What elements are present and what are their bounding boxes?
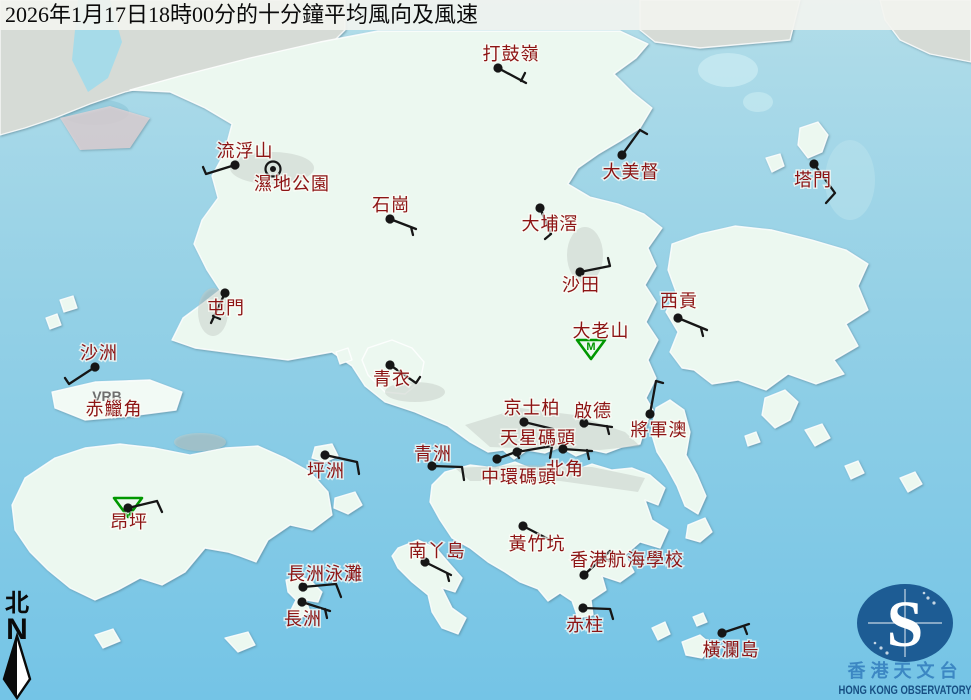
station-label: 流浮山 [217, 141, 274, 161]
station-label: 坪洲 [307, 461, 345, 481]
station-label: 長洲泳灘 [287, 564, 363, 584]
station-dot [230, 160, 240, 170]
station-dot [90, 362, 100, 372]
station-dot [320, 450, 330, 460]
station-label: 大美督 [603, 162, 660, 182]
station-label: 香港航海學校 [570, 550, 684, 570]
missing-data-m: M [586, 341, 595, 353]
station-label: 打鼓嶺 [483, 44, 540, 64]
station-dot [809, 159, 819, 169]
station-label: 大埔滘 [522, 214, 579, 234]
station-label: 將軍澳 [631, 420, 688, 440]
station-label: 昂坪 [110, 512, 148, 532]
hko-logo-chinese: 香港天文台 [847, 660, 963, 681]
station-label: 赤鱲角 [86, 399, 143, 419]
station-dot [492, 454, 502, 464]
station-dot [617, 150, 627, 160]
station-label: 屯門 [207, 298, 245, 318]
north-compass: 北 N [2, 590, 32, 700]
station-label: 橫瀾島 [703, 640, 760, 660]
station-label: 長洲 [284, 609, 322, 629]
station-dot [519, 417, 529, 427]
station-dot [493, 63, 503, 73]
emblem-s-swirl: S [887, 588, 924, 661]
hko-wind-map-screen: 打鼓嶺 流浮山 濕地公園 石崗 大美督 塔門 大埔滘 沙田 屯門 西貢 M 大老山 沙洲 VRB 赤鱲角 青衣… [0, 0, 971, 700]
hko-logo-english: HONG KONG OBSERVATORY [839, 683, 971, 697]
station-dot [535, 203, 545, 213]
station-dot [385, 214, 395, 224]
hk-wind-map: 打鼓嶺流浮山濕地公園石崗大美督 塔門大埔滘沙田屯門 西貢M大老山沙洲VRB赤鱲角青衣… [0, 0, 971, 700]
station-dot [297, 597, 307, 607]
map-title: 2026年1月17日18時00分的十分鐘平均風向及風速 [0, 0, 971, 30]
station-dot [518, 521, 528, 531]
station-dot [673, 313, 683, 323]
station-label: 濕地公園 [254, 174, 330, 194]
station-label: 黃竹坑 [509, 534, 566, 554]
station-label: 西貢 [660, 291, 698, 311]
station-label: 沙洲 [80, 343, 118, 363]
station-label: 啟德 [574, 401, 612, 421]
station-label: 中環碼頭 [481, 467, 557, 487]
station-label: 石崗 [372, 195, 410, 215]
station-dot [270, 166, 276, 172]
station-label: 大老山 [573, 321, 630, 341]
station-label: 青衣 [373, 369, 411, 389]
station-label: 南丫島 [409, 541, 466, 561]
station-label: 京士柏 [504, 398, 561, 418]
station-dot [578, 603, 588, 613]
station-label: 沙田 [562, 275, 600, 295]
station-label: 赤柱 [566, 615, 604, 635]
station-dot [558, 444, 568, 454]
station-dot [220, 288, 230, 298]
station-label: 塔門 [794, 170, 832, 190]
station-dot [645, 409, 655, 419]
station-dot [717, 628, 727, 638]
station-dot [579, 570, 589, 580]
station-label: 青洲 [414, 444, 452, 464]
